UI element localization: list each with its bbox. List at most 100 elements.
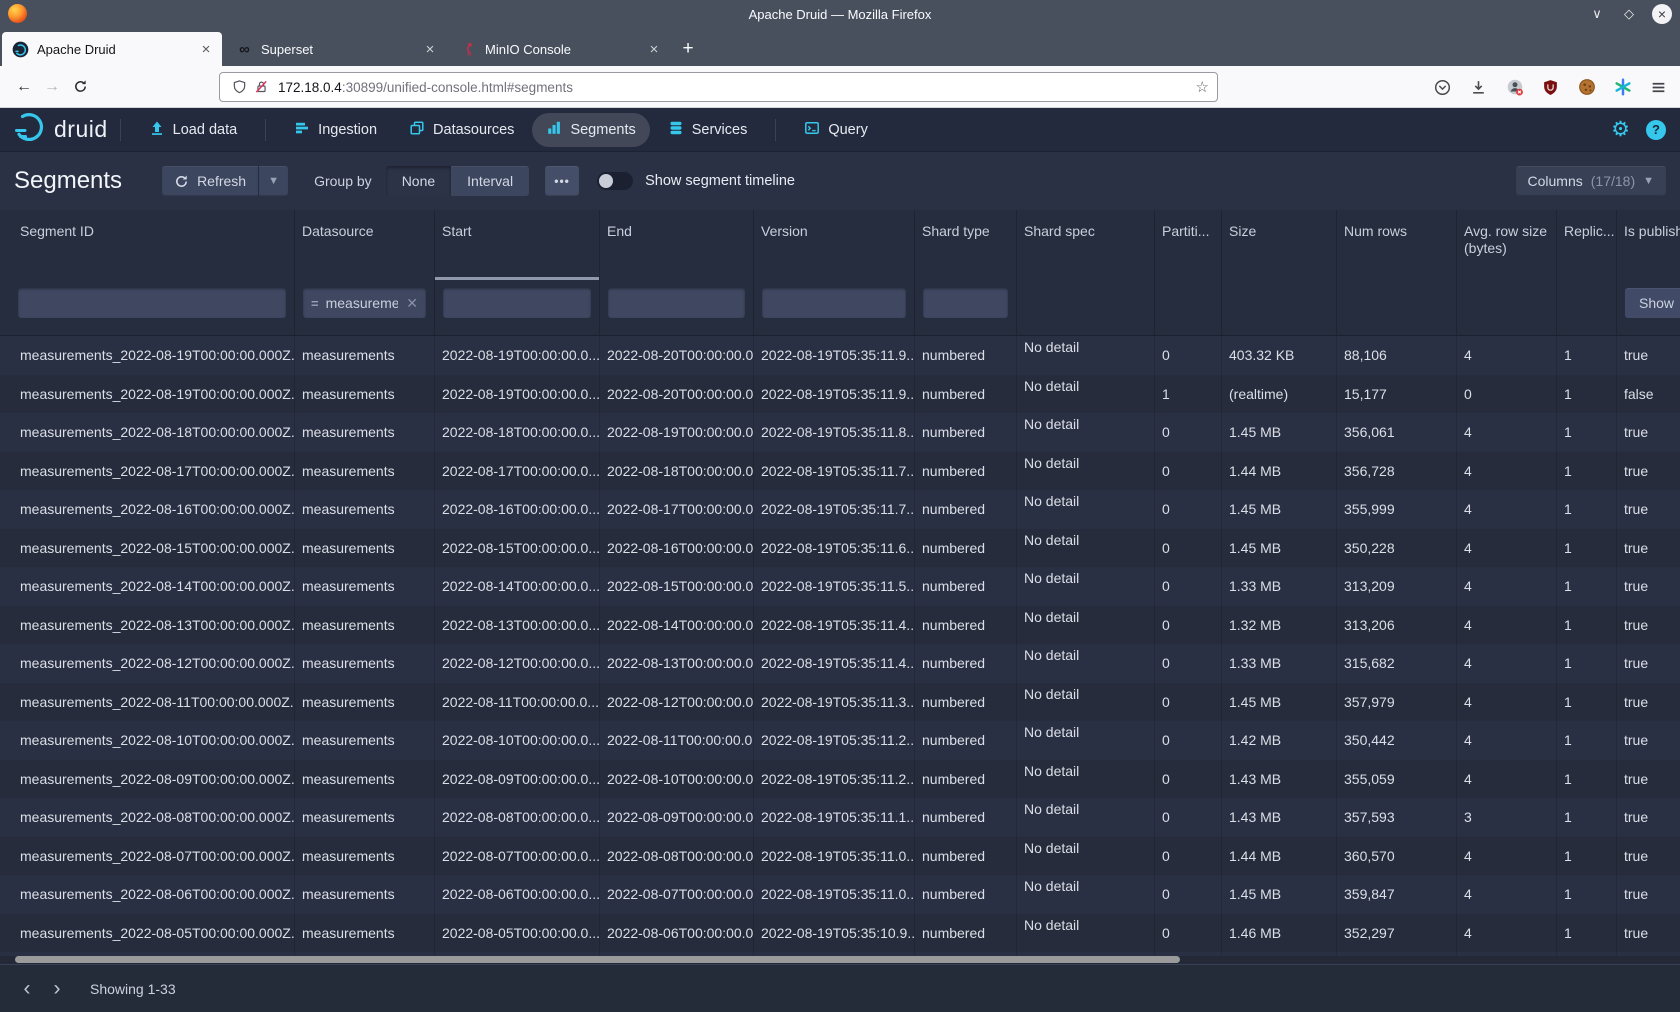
filter-tag-datasource[interactable]: =measurements✕ — [303, 288, 426, 318]
table-row[interactable]: measurements_2022-08-11T00:00:00.000Z...… — [0, 683, 1680, 722]
table-row[interactable]: measurements_2022-08-06T00:00:00.000Z...… — [0, 875, 1680, 914]
group-by-none-button[interactable]: None — [386, 166, 451, 196]
window-minimize-icon[interactable]: ∨ — [1588, 6, 1606, 22]
url-text[interactable]: 172.18.0.4:30899/unified-console.html#se… — [278, 80, 1196, 95]
browser-tab-superset[interactable]: ∞Superset× — [226, 32, 446, 66]
cell-version: 2022-08-19T05:35:11.9... — [754, 375, 915, 414]
filter-input-shard_type[interactable] — [923, 288, 1008, 318]
column-header-partition[interactable]: Partiti... — [1155, 210, 1222, 280]
filter-input-end[interactable] — [608, 288, 745, 318]
table-row[interactable]: measurements_2022-08-05T00:00:00.000Z...… — [0, 914, 1680, 953]
window-close-icon[interactable]: × — [1652, 4, 1672, 24]
refresh-button[interactable]: Refresh — [162, 166, 258, 196]
column-header-end[interactable]: End — [600, 210, 754, 280]
cell-datasource: measurements — [295, 644, 435, 683]
cell-datasource: measurements — [295, 683, 435, 722]
cell-avg_row_size: 0 — [1457, 375, 1557, 414]
browser-tab-minio-console[interactable]: MinIO Console× — [450, 32, 670, 66]
prev-page-icon[interactable]: ‹ — [12, 974, 42, 1004]
tab-close-icon[interactable]: × — [644, 41, 664, 58]
more-options-button[interactable]: ••• — [545, 166, 579, 196]
table-row[interactable]: measurements_2022-08-14T00:00:00.000Z...… — [0, 567, 1680, 606]
column-header-size[interactable]: Size — [1222, 210, 1337, 280]
table-row[interactable]: measurements_2022-08-18T00:00:00.000Z...… — [0, 413, 1680, 452]
nav-item-services[interactable]: Services — [654, 113, 762, 147]
firefox-logo-icon — [8, 4, 27, 23]
is-published-filter-button[interactable]: Show — [1625, 288, 1680, 318]
nav-item-load-data[interactable]: Load data — [135, 113, 252, 147]
forward-icon[interactable]: → — [38, 73, 66, 101]
cell-end: 2022-08-17T00:00:00.0... — [600, 490, 754, 529]
druid-brand[interactable]: druid — [12, 109, 108, 150]
reload-icon[interactable] — [66, 73, 94, 101]
column-header-is_published[interactable]: Is published — [1617, 210, 1680, 280]
bookmark-star-icon[interactable]: ☆ — [1196, 78, 1209, 96]
column-header-num_rows[interactable]: Num rows — [1337, 210, 1457, 280]
table-row[interactable]: measurements_2022-08-12T00:00:00.000Z...… — [0, 644, 1680, 683]
table-row[interactable]: measurements_2022-08-10T00:00:00.000Z...… — [0, 721, 1680, 760]
table-row[interactable]: measurements_2022-08-13T00:00:00.000Z...… — [0, 606, 1680, 645]
tab-close-icon[interactable]: × — [420, 41, 440, 58]
column-header-shard_spec[interactable]: Shard spec — [1017, 210, 1155, 280]
cookie-extension-icon[interactable] — [1573, 74, 1600, 101]
column-header-avg_row_size[interactable]: Avg. row size (bytes) — [1457, 210, 1557, 280]
segment-timeline-toggle[interactable] — [597, 172, 633, 190]
table-row[interactable]: measurements_2022-08-09T00:00:00.000Z...… — [0, 760, 1680, 799]
horizontal-scrollbar[interactable] — [15, 956, 1180, 963]
cell-is_published: true — [1617, 683, 1680, 722]
cell-size: 1.43 MB — [1222, 760, 1337, 799]
cell-datasource: measurements — [295, 413, 435, 452]
table-row[interactable]: measurements_2022-08-17T00:00:00.000Z...… — [0, 452, 1680, 491]
table-row[interactable]: measurements_2022-08-15T00:00:00.000Z...… — [0, 529, 1680, 568]
table-row[interactable]: measurements_2022-08-07T00:00:00.000Z...… — [0, 837, 1680, 876]
remove-filter-icon[interactable]: ✕ — [406, 295, 418, 312]
menu-hamburger-icon[interactable] — [1645, 74, 1672, 101]
group-by-interval-button[interactable]: Interval — [451, 166, 529, 196]
column-header-start[interactable]: Start — [435, 210, 600, 280]
extension-disabled-icon[interactable] — [1501, 74, 1528, 101]
column-header-version[interactable]: Version — [754, 210, 915, 280]
table-row[interactable]: measurements_2022-08-19T00:00:00.000Z...… — [0, 375, 1680, 414]
browser-tab-apache-druid[interactable]: Apache Druid× — [2, 32, 222, 66]
help-icon[interactable]: ? — [1646, 120, 1666, 140]
cell-is_published: true — [1617, 567, 1680, 606]
nav-item-datasources[interactable]: Datasources — [395, 113, 528, 147]
downloads-icon[interactable] — [1465, 74, 1492, 101]
filter-input-start[interactable] — [443, 288, 591, 318]
cell-size: 1.45 MB — [1222, 490, 1337, 529]
insecure-lock-icon[interactable] — [250, 79, 272, 95]
column-header-shard_type[interactable]: Shard type — [915, 210, 1017, 280]
cell-num_rows: 356,728 — [1337, 452, 1457, 491]
new-tab-button[interactable]: + — [674, 35, 702, 63]
refresh-dropdown-button[interactable]: ▼ — [258, 166, 288, 196]
cell-version: 2022-08-19T05:35:11.7... — [754, 490, 915, 529]
nav-item-segments[interactable]: Segments — [532, 113, 649, 147]
settings-gear-icon[interactable]: ⚙ — [1611, 119, 1630, 140]
filter-input-segment_id[interactable] — [18, 288, 286, 318]
back-icon[interactable]: ← — [10, 73, 38, 101]
table-row[interactable]: measurements_2022-08-08T00:00:00.000Z...… — [0, 798, 1680, 837]
pocket-icon[interactable] — [1429, 74, 1456, 101]
sync-asterisk-icon[interactable] — [1609, 74, 1636, 101]
cell-datasource: measurements — [295, 336, 435, 375]
cell-datasource: measurements — [295, 760, 435, 799]
column-header-replicas[interactable]: Replic... — [1557, 210, 1617, 280]
tab-close-icon[interactable]: × — [196, 41, 216, 58]
tracking-shield-icon[interactable] — [228, 79, 250, 95]
ingestion-icon — [294, 120, 310, 140]
table-filter-row: =measurements✕ Show — [0, 280, 1680, 336]
column-header-segment_id[interactable]: Segment ID — [0, 210, 295, 280]
url-bar[interactable]: 172.18.0.4:30899/unified-console.html#se… — [219, 72, 1218, 102]
cell-num_rows: 357,593 — [1337, 798, 1457, 837]
nav-item-ingestion[interactable]: Ingestion — [280, 113, 391, 147]
columns-button[interactable]: Columns (17/18) ▼ — [1516, 166, 1667, 196]
column-header-datasource[interactable]: Datasource — [295, 210, 435, 280]
nav-item-query[interactable]: Query — [790, 113, 882, 147]
next-page-icon[interactable]: › — [42, 974, 72, 1004]
filter-input-version[interactable] — [762, 288, 906, 318]
window-maximize-icon[interactable]: ◇ — [1620, 6, 1638, 22]
table-row[interactable]: measurements_2022-08-16T00:00:00.000Z...… — [0, 490, 1680, 529]
ublock-icon[interactable] — [1537, 74, 1564, 101]
table-row[interactable]: measurements_2022-08-19T00:00:00.000Z...… — [0, 336, 1680, 375]
cell-size: 1.45 MB — [1222, 683, 1337, 722]
